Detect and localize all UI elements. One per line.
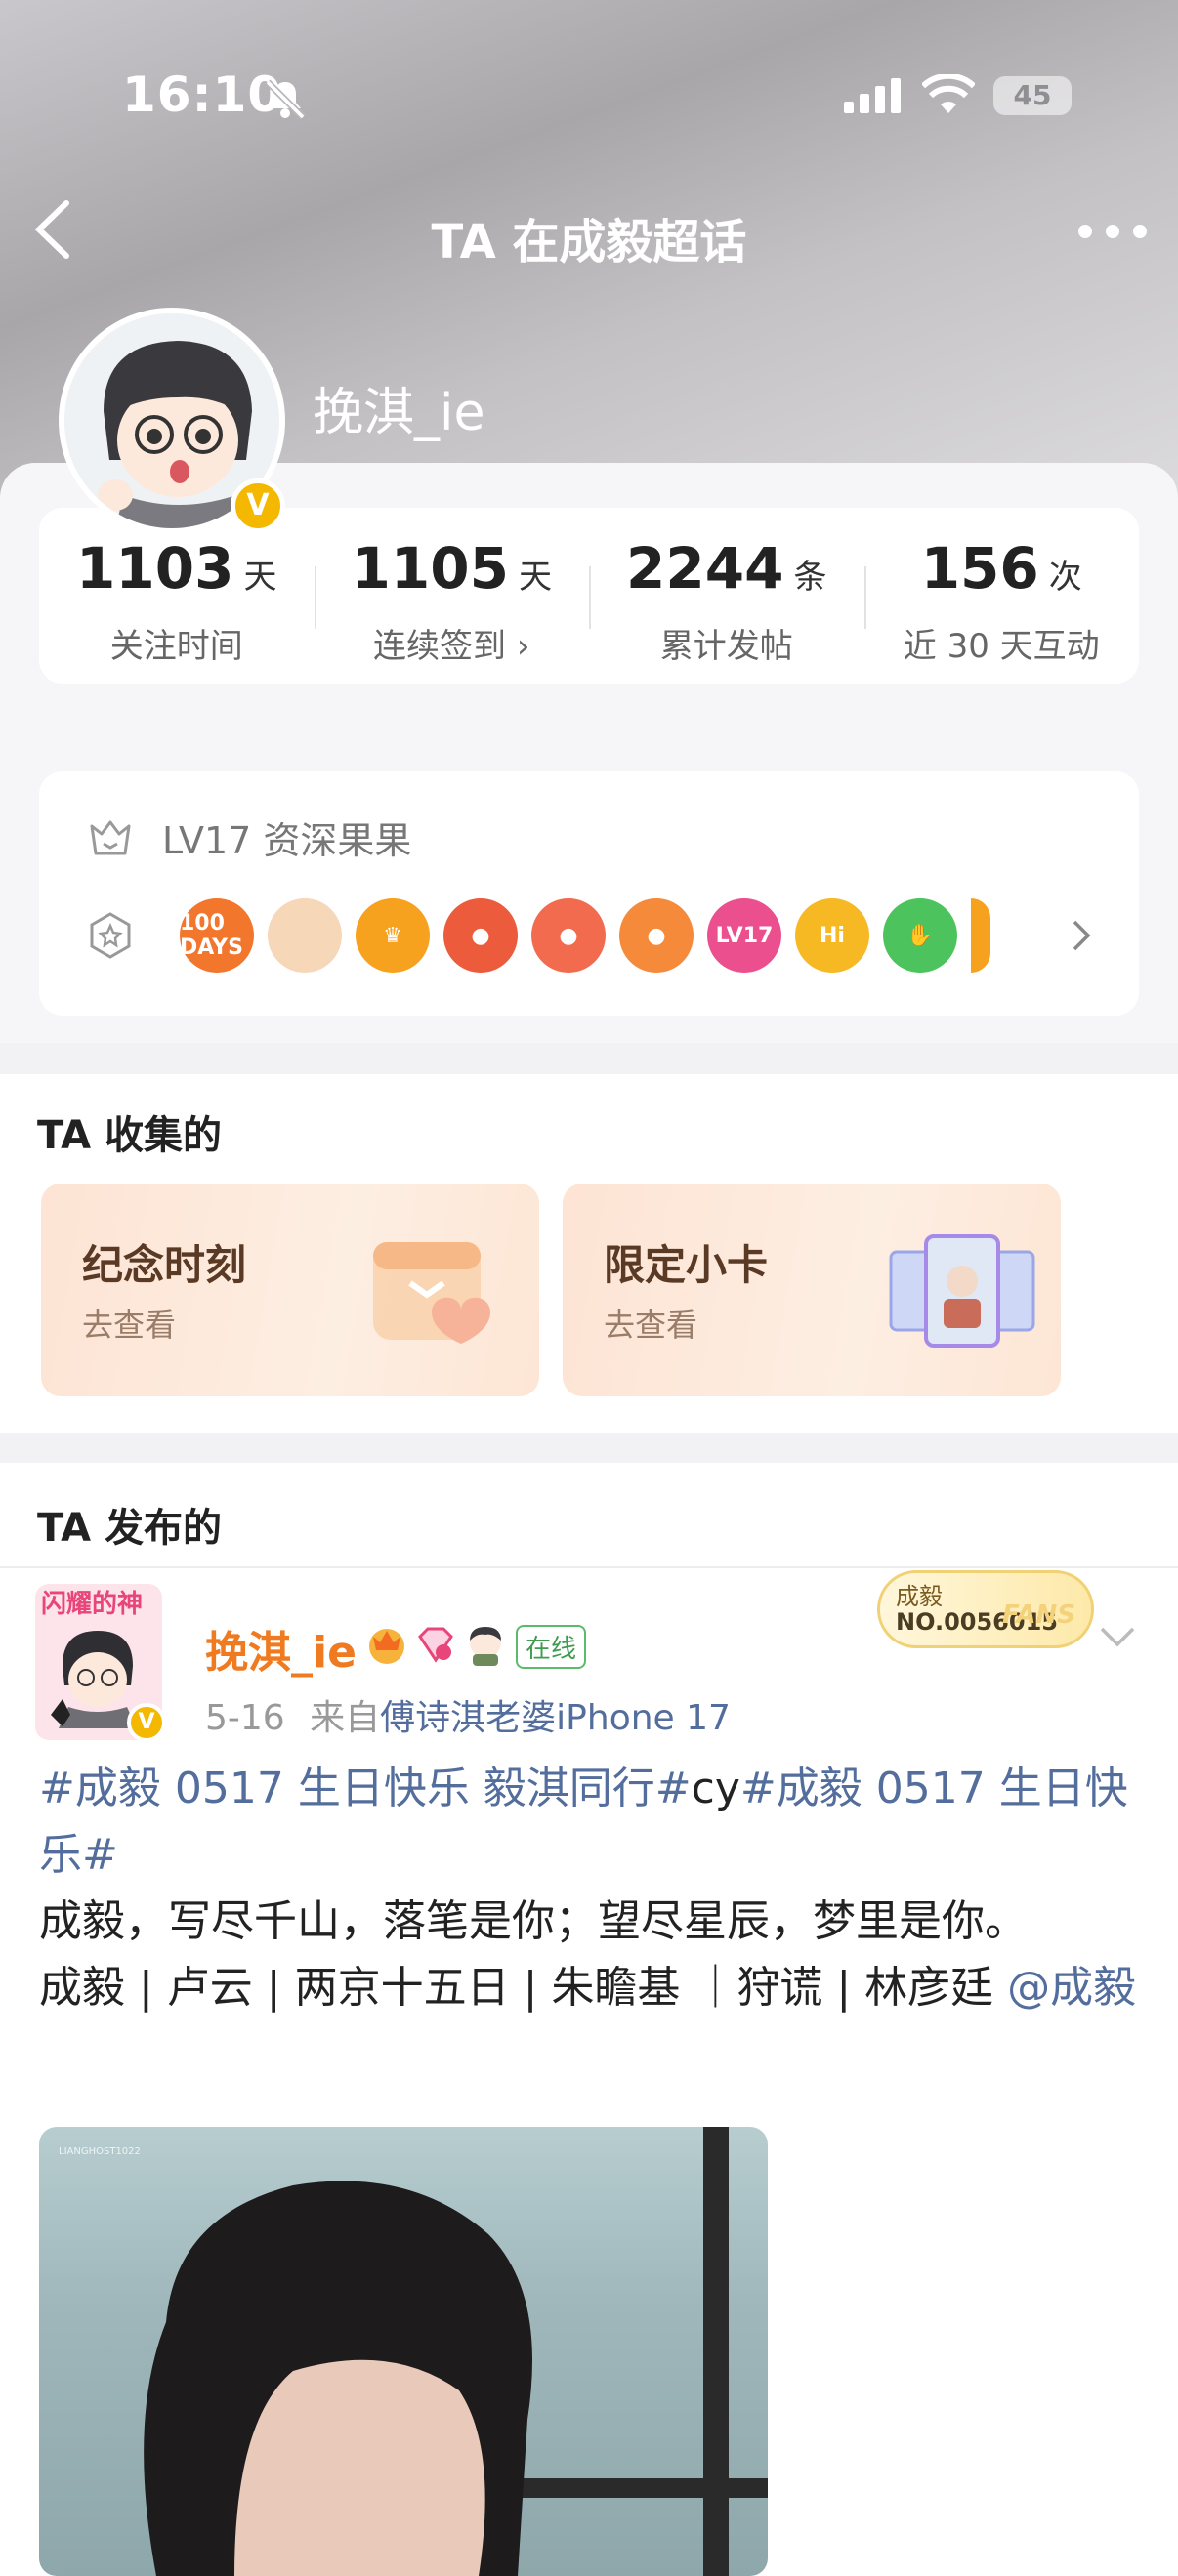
post-from-label: 来自: [310, 1698, 381, 1738]
post-meta: 5-16 来自傅诗淇老婆iPhone 17: [205, 1689, 731, 1740]
photo-cards-icon: [889, 1234, 1035, 1348]
status-time: 16:10: [122, 66, 283, 123]
avatar-caption: 闪耀的神: [41, 1590, 144, 1619]
battery-indicator: 45: [993, 76, 1072, 115]
badge-rabbit-icon[interactable]: ●: [619, 898, 694, 973]
badge-avatar-icon[interactable]: [268, 898, 342, 973]
page-title: TA 在成毅超话: [431, 215, 747, 270]
profile-card: 1103 天 关注时间 1105 天 连续签到 › 2244 条 累计发帖 156 次 …: [0, 463, 1178, 1043]
nav-bar: TA 在成毅超话: [0, 186, 1178, 273]
badge-fox-icon[interactable]: ●: [443, 898, 518, 973]
post-card[interactable]: 闪耀的神 V 挽淇_ie 在线 5-16 来自傅诗淇老婆iPhone 17 成毅…: [0, 1570, 1178, 2576]
card-subtitle: 去查看: [82, 1307, 177, 1344]
stat-posts: 2244 条 累计发帖: [589, 508, 864, 684]
badge-hi[interactable]: Hi: [795, 898, 869, 973]
calendar-heart-icon: [373, 1242, 490, 1344]
cellular-signal-icon: [844, 78, 901, 113]
post-mention-link[interactable]: @成毅: [1007, 1963, 1136, 2013]
level-row: LV17 资深果果: [88, 810, 411, 864]
badge-crown-icon[interactable]: ♛: [356, 898, 430, 973]
diamond-badge-icon: [418, 1627, 453, 1663]
memory-moments-card[interactable]: 纪念时刻 去查看: [41, 1184, 539, 1396]
card-title: 限定小卡: [604, 1241, 769, 1289]
fans-badge-mark: FANS: [1001, 1600, 1075, 1630]
badge-girl-icon[interactable]: ●: [531, 898, 606, 973]
badge-100-days[interactable]: 100 DAYS: [180, 898, 254, 973]
badge-partial[interactable]: [971, 898, 990, 973]
post-device[interactable]: 傅诗淇老婆iPhone 17: [380, 1698, 731, 1738]
limited-cards-card[interactable]: 限定小卡 去查看: [563, 1184, 1061, 1396]
stats-panel: 1103 天 关注时间 1105 天 连续签到 › 2244 条 累计发帖 156 次 …: [39, 508, 1139, 684]
post-line: 成毅 | 卢云 | 两京十五日 | 朱瞻基 ｜狩谎 | 林彦廷: [39, 1963, 1008, 2013]
post-image[interactable]: LIANGHOST1022: [39, 2127, 768, 2576]
fans-badge-name: 成毅: [896, 1583, 943, 1610]
level-panel[interactable]: LV17 资深果果 100 DAYS ♛ ● ● ● LV17 Hi ✋: [39, 771, 1139, 1016]
post-photo-illustration: [144, 2127, 768, 2576]
stat-value: 2244: [626, 535, 784, 602]
badge-lv17[interactable]: LV17: [707, 898, 781, 973]
fans-number-badge[interactable]: 成毅 NO.0056015 FANS: [877, 1570, 1094, 1648]
stat-unit: 次: [1048, 558, 1082, 597]
level-text: LV17 资深果果: [162, 819, 412, 862]
crown-outline-icon: [90, 820, 131, 854]
crown-badge-icon: [369, 1629, 404, 1664]
stat-follow-time: 1103 天 关注时间: [39, 508, 315, 684]
badge-list[interactable]: 100 DAYS ♛ ● ● ● LV17 Hi ✋: [88, 898, 990, 973]
post-line: 成毅，写尽千山，落笔是你；望尽星辰，梦里是你。: [39, 1896, 1028, 1946]
stat-label: 累计发帖: [659, 627, 793, 666]
post-date: 5-16: [205, 1698, 285, 1738]
post-text-inline: cy: [691, 1764, 740, 1813]
stat-value: 156: [920, 535, 1039, 602]
stat-checkin[interactable]: 1105 天 连续签到 ›: [314, 508, 590, 684]
stat-label: 关注时间: [109, 627, 243, 666]
published-section-title: TA 发布的: [37, 1506, 223, 1551]
stat-value: 1105: [351, 535, 509, 602]
post-line-roles: 成毅 | 卢云 | 两京十五日 | 朱瞻基 ｜狩谎 | 林彦廷 @成毅: [39, 1955, 1143, 2021]
stat-label: 连续签到 ›: [373, 627, 530, 666]
stat-value: 1103: [76, 535, 234, 602]
stat-unit: 天: [518, 558, 552, 597]
card-title: 纪念时刻: [82, 1241, 247, 1289]
post-username[interactable]: 挽淇_ie: [205, 1617, 357, 1680]
badge-hand-icon[interactable]: ✋: [883, 898, 957, 973]
post-line-tags: #成毅 0517 生日快乐 毅淇同行#cy#成毅 0517 生日快乐#: [39, 1756, 1143, 1889]
image-watermark: LIANGHOST1022: [59, 2146, 141, 2157]
wifi-icon: [922, 74, 975, 113]
stat-interactions: 156 次 近 30 天互动: [863, 508, 1140, 684]
chevron-down-icon[interactable]: [1098, 1625, 1137, 1648]
thin-divider: [0, 1566, 1178, 1568]
collected-section-title: TA 收集的: [37, 1113, 223, 1158]
character-badge-icon: [470, 1627, 501, 1666]
verified-badge-icon: V: [231, 478, 285, 533]
chevron-right-icon[interactable]: [1071, 918, 1092, 953]
profile-username: 挽淇_ie: [313, 384, 485, 442]
online-status-badge: 在线: [516, 1625, 587, 1669]
stat-label: 近 30 天互动: [903, 627, 1100, 666]
verified-badge-icon: V: [127, 1703, 166, 1742]
post-topic-link[interactable]: #成毅 0517 生日快乐 毅淇同行#: [39, 1764, 692, 1813]
section-divider: [0, 1043, 1178, 1074]
medal-outline-icon: [90, 912, 131, 959]
card-subtitle: 去查看: [604, 1307, 698, 1344]
more-options-icon[interactable]: [1078, 225, 1147, 238]
section-divider: [0, 1433, 1178, 1463]
mute-bell-icon: [265, 79, 306, 120]
stat-unit: 天: [243, 558, 277, 597]
stat-unit: 条: [793, 558, 827, 597]
status-bar: 16:10 45: [0, 59, 1178, 137]
post-text: #成毅 0517 生日快乐 毅淇同行#cy#成毅 0517 生日快乐# 成毅，写…: [39, 1756, 1143, 2021]
